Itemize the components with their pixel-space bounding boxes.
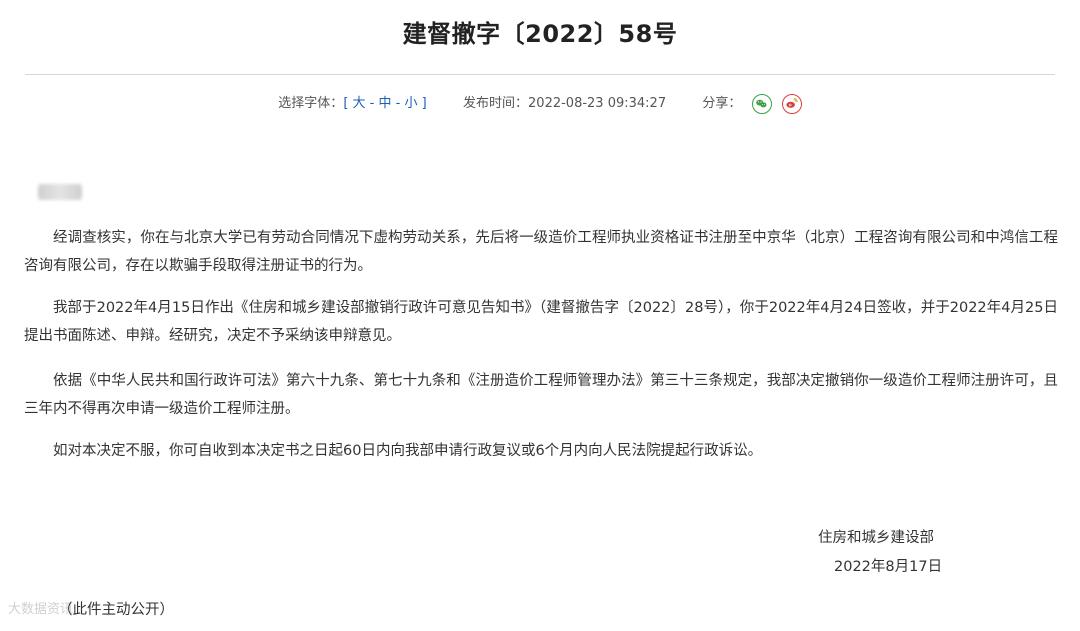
paragraph-2: 我部于2022年4月15日作出《住房和城乡建设部撤销行政许可意见告知书》（建督撤… (24, 300, 1058, 344)
signature-org: 住房和城乡建设部 (818, 530, 934, 546)
weibo-icon[interactable] (781, 93, 802, 114)
font-size-medium-link[interactable]: 中 (379, 96, 392, 111)
paragraph-3: 依据《中华人民共和国行政许可法》第六十九条、第七十九条和《注册造价工程师管理办法… (24, 373, 1058, 417)
title-divider (25, 74, 1055, 75)
publish-time-value: 2022-08-23 09:34:27 (528, 96, 667, 111)
dash-2: - (391, 96, 405, 111)
font-size-large-link[interactable]: 大 (353, 96, 366, 111)
bracket-close: ] (417, 96, 427, 111)
paragraph-4: 如对本决定不服，你可自收到本决定书之日起60日内向我部申请行政复议或6个月内向人… (53, 443, 763, 459)
bracket-open: [ (343, 96, 353, 111)
wechat-icon[interactable] (751, 93, 772, 114)
publish-time-label: 发布时间： (463, 96, 529, 111)
redacted-recipient-name (38, 184, 82, 200)
font-size-label: 选择字体： (278, 96, 344, 111)
font-size-options: [ 大 - 中 - 小 ] (343, 96, 426, 111)
disclosure-note: （此件主动公开） (58, 602, 174, 618)
document-title: 建督撤字〔2022〕58号 (402, 20, 678, 48)
meta-bar: 选择字体：[ 大 - 中 - 小 ] 发布时间：2022-08-23 09:34… (0, 93, 1080, 115)
dash-1: - (365, 96, 379, 111)
signature-date: 2022年8月17日 (834, 559, 943, 575)
font-size-small-link[interactable]: 小 (405, 96, 418, 111)
paragraph-1: 经调查核实，你在与北京大学已有劳动合同情况下虚构劳动关系，先后将一级造价工程师执… (24, 230, 1058, 274)
share-label: 分享： (702, 96, 742, 111)
